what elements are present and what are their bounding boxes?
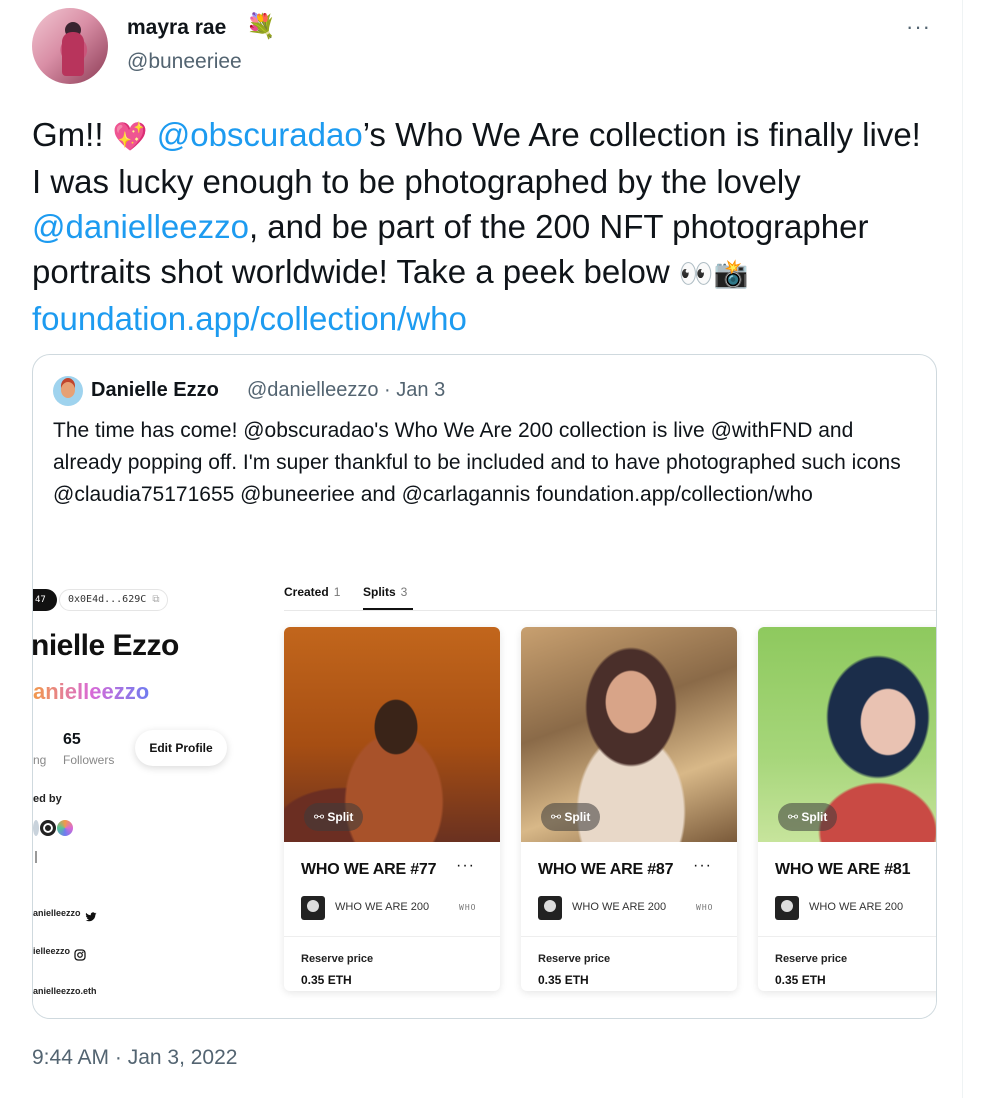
wallet-address: 0x0E4d...629C ⧉ bbox=[59, 589, 169, 611]
followed-by-label: ed by bbox=[33, 793, 62, 805]
following-label: ng bbox=[33, 753, 47, 767]
author-name[interactable]: mayra rae bbox=[127, 16, 226, 40]
reserve-price-label: Reserve price bbox=[538, 953, 611, 965]
instagram-social-link: ielleezzo bbox=[33, 939, 96, 963]
heart-emoji-icon: 💖 bbox=[112, 120, 148, 153]
instagram-icon bbox=[74, 946, 86, 961]
column-border bbox=[962, 0, 963, 1098]
followers-label: Followers bbox=[63, 753, 115, 767]
split-badge: ⚯ Split bbox=[541, 803, 601, 831]
split-badge: ⚯ Split bbox=[778, 803, 838, 831]
tab-created-label: Created bbox=[284, 585, 329, 599]
card-divider bbox=[758, 936, 936, 937]
tweet-text-part: Gm!! bbox=[32, 116, 113, 153]
mention-link-obscuradao[interactable]: @obscuradao bbox=[157, 116, 363, 153]
collection-avatar-icon bbox=[301, 896, 325, 920]
profile-name: nielle Ezzo bbox=[33, 629, 179, 662]
twitter-bird-icon bbox=[85, 908, 97, 921]
twitter-handle-text: anielleezzo bbox=[33, 908, 81, 918]
profile-handle: anielleezzo bbox=[33, 679, 150, 704]
nft-card: ⚯ Split WHO WE ARE #77 ··· WHO WE ARE 20… bbox=[284, 627, 500, 991]
tweet-timestamp[interactable]: 9:44 AM · Jan 3, 2022 bbox=[32, 1046, 237, 1070]
tweet-text: Gm!! 💖 @obscuradao’s Who We Are collecti… bbox=[32, 112, 932, 341]
edit-profile-button: Edit Profile bbox=[135, 730, 227, 766]
quote-author-name[interactable]: Danielle Ezzo bbox=[91, 379, 219, 402]
collection-tag: WHO bbox=[459, 903, 477, 912]
card-more-icon: ··· bbox=[456, 857, 475, 874]
author-handle[interactable]: @buneeriee bbox=[127, 50, 242, 74]
wallet-address-text: 0x0E4d...629C bbox=[68, 594, 147, 605]
eyes-emoji-icon: 👀 bbox=[678, 257, 714, 290]
twitter-social-link: anielleezzo bbox=[33, 901, 107, 925]
collection-name: WHO WE ARE 200 bbox=[809, 901, 904, 913]
tab-splits-count: 3 bbox=[400, 585, 408, 599]
follower-avatar bbox=[57, 820, 73, 837]
divider-mark bbox=[35, 851, 37, 863]
nft-title: WHO WE ARE #81 bbox=[775, 861, 911, 878]
avatar-figure-body bbox=[62, 32, 84, 76]
split-badge: ⚯ Split bbox=[304, 803, 364, 831]
followers-count: 65 bbox=[63, 731, 81, 748]
author-avatar[interactable] bbox=[32, 8, 108, 84]
mention-link-danielleezzo[interactable]: @danielleezzo bbox=[32, 208, 249, 245]
tab-created: Created 1 bbox=[284, 585, 340, 599]
nft-title: WHO WE ARE #77 bbox=[301, 861, 437, 878]
quote-author-avatar[interactable] bbox=[53, 376, 83, 406]
foundation-collection-link[interactable]: foundation.app/collection/who bbox=[32, 300, 467, 337]
reserve-price-value: 0.35 ETH bbox=[301, 973, 352, 987]
followed-by-avatars bbox=[33, 817, 74, 838]
ens-name-text: anielleezzo.eth bbox=[33, 986, 97, 996]
copy-icon: ⧉ bbox=[152, 594, 160, 605]
collection-tag: WHO bbox=[696, 903, 714, 912]
quote-media-image[interactable]: 47 0x0E4d...629C ⧉ nielle Ezzo anielleez… bbox=[33, 567, 936, 1018]
camera-flash-emoji-icon: 📸 bbox=[713, 257, 749, 290]
tweet-text-part bbox=[148, 116, 157, 153]
quote-author-meta[interactable]: @danielleezzo · Jan 3 bbox=[247, 379, 445, 402]
tabs-divider bbox=[284, 610, 936, 611]
quoted-tweet[interactable]: Danielle Ezzo @danielleezzo · Jan 3 The … bbox=[32, 354, 937, 1019]
follower-avatar bbox=[40, 820, 56, 837]
profile-number-pill: 47 bbox=[33, 589, 57, 611]
reserve-price-value: 0.35 ETH bbox=[775, 973, 826, 987]
collection-avatar-icon bbox=[775, 896, 799, 920]
tab-splits: Splits 3 bbox=[363, 585, 407, 599]
nft-card: ⚯ Split WHO WE ARE #81 · WHO WE ARE 200 … bbox=[758, 627, 936, 991]
instagram-handle-text: ielleezzo bbox=[33, 946, 71, 956]
reserve-price-label: Reserve price bbox=[775, 953, 848, 965]
nft-card: ⚯ Split WHO WE ARE #87 ··· WHO WE ARE 20… bbox=[521, 627, 737, 991]
quote-text: The time has come! @obscuradao's Who We … bbox=[53, 419, 901, 506]
tab-splits-label: Splits bbox=[363, 585, 396, 599]
follower-avatar bbox=[33, 820, 39, 837]
reserve-price-label: Reserve price bbox=[301, 953, 374, 965]
more-options-icon[interactable]: ··· bbox=[906, 14, 931, 40]
card-divider bbox=[521, 936, 737, 937]
nft-title: WHO WE ARE #87 bbox=[538, 861, 674, 878]
ens-social-link: anielleezzo.eth bbox=[33, 979, 107, 1003]
collection-name: WHO WE ARE 200 bbox=[335, 901, 430, 913]
reserve-price-value: 0.35 ETH bbox=[538, 973, 589, 987]
collection-name: WHO WE ARE 200 bbox=[572, 901, 667, 913]
collection-avatar-icon bbox=[538, 896, 562, 920]
bouquet-emoji-icon: 💐 bbox=[246, 12, 276, 40]
tab-created-count: 1 bbox=[333, 585, 341, 599]
card-more-icon: ··· bbox=[693, 857, 712, 874]
card-divider bbox=[284, 936, 500, 937]
